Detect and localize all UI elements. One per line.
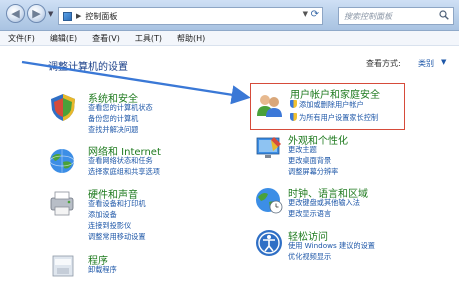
link-add-device[interactable]: 添加设备 bbox=[88, 210, 117, 220]
link-mobility-settings[interactable]: 调整常用移动设置 bbox=[88, 232, 146, 242]
uac-shield-icon bbox=[290, 113, 297, 121]
link-change-keyboard[interactable]: 更改键盘或其他输入法 bbox=[288, 198, 360, 208]
link-adjust-resolution[interactable]: 调整屏幕分辨率 bbox=[288, 167, 338, 177]
link-parental-controls[interactable]: 为所有用户设置家长控制 bbox=[290, 113, 378, 123]
link-view-network-status[interactable]: 查看网络状态和任务 bbox=[88, 156, 153, 166]
ease-of-access-icon[interactable] bbox=[254, 228, 284, 258]
uac-shield-icon bbox=[290, 100, 297, 108]
network-internet-icon[interactable] bbox=[47, 146, 77, 176]
link-change-display-language[interactable]: 更改显示语言 bbox=[288, 209, 331, 219]
system-security-icon[interactable] bbox=[48, 92, 78, 122]
user-accounts-icon[interactable] bbox=[254, 90, 284, 120]
programs-icon[interactable] bbox=[48, 250, 78, 280]
link-view-computer-status[interactable]: 查看您的计算机状态 bbox=[88, 103, 153, 113]
link-add-remove-accounts[interactable]: 添加或删除用户帐户 bbox=[290, 100, 364, 110]
link-add-remove-accounts-label[interactable]: 添加或删除用户帐户 bbox=[299, 100, 364, 109]
link-devices-printers[interactable]: 查看设备和打印机 bbox=[88, 199, 146, 209]
category-title-user-accounts[interactable]: 用户帐户和家庭安全 bbox=[290, 86, 380, 101]
link-recommended-settings[interactable]: 使用 Windows 建议的设置 bbox=[288, 241, 375, 251]
link-parental-controls-label[interactable]: 为所有用户设置家长控制 bbox=[299, 113, 378, 122]
link-change-desktop-background[interactable]: 更改桌面背景 bbox=[288, 156, 331, 166]
link-uninstall-program[interactable]: 卸载程序 bbox=[88, 265, 117, 275]
link-change-theme[interactable]: 更改主题 bbox=[288, 145, 317, 155]
link-homegroup-sharing[interactable]: 选择家庭组和共享选项 bbox=[88, 167, 160, 177]
hardware-sound-icon[interactable] bbox=[47, 188, 77, 218]
annotation-arrow bbox=[21, 60, 251, 105]
link-connect-projector[interactable]: 连接到投影仪 bbox=[88, 221, 131, 231]
link-troubleshoot[interactable]: 查找并解决问题 bbox=[88, 125, 138, 135]
link-optimize-display[interactable]: 优化视频显示 bbox=[288, 252, 331, 262]
clock-language-icon[interactable] bbox=[254, 185, 284, 215]
link-backup-computer[interactable]: 备份您的计算机 bbox=[88, 114, 138, 124]
appearance-icon[interactable] bbox=[254, 133, 284, 163]
